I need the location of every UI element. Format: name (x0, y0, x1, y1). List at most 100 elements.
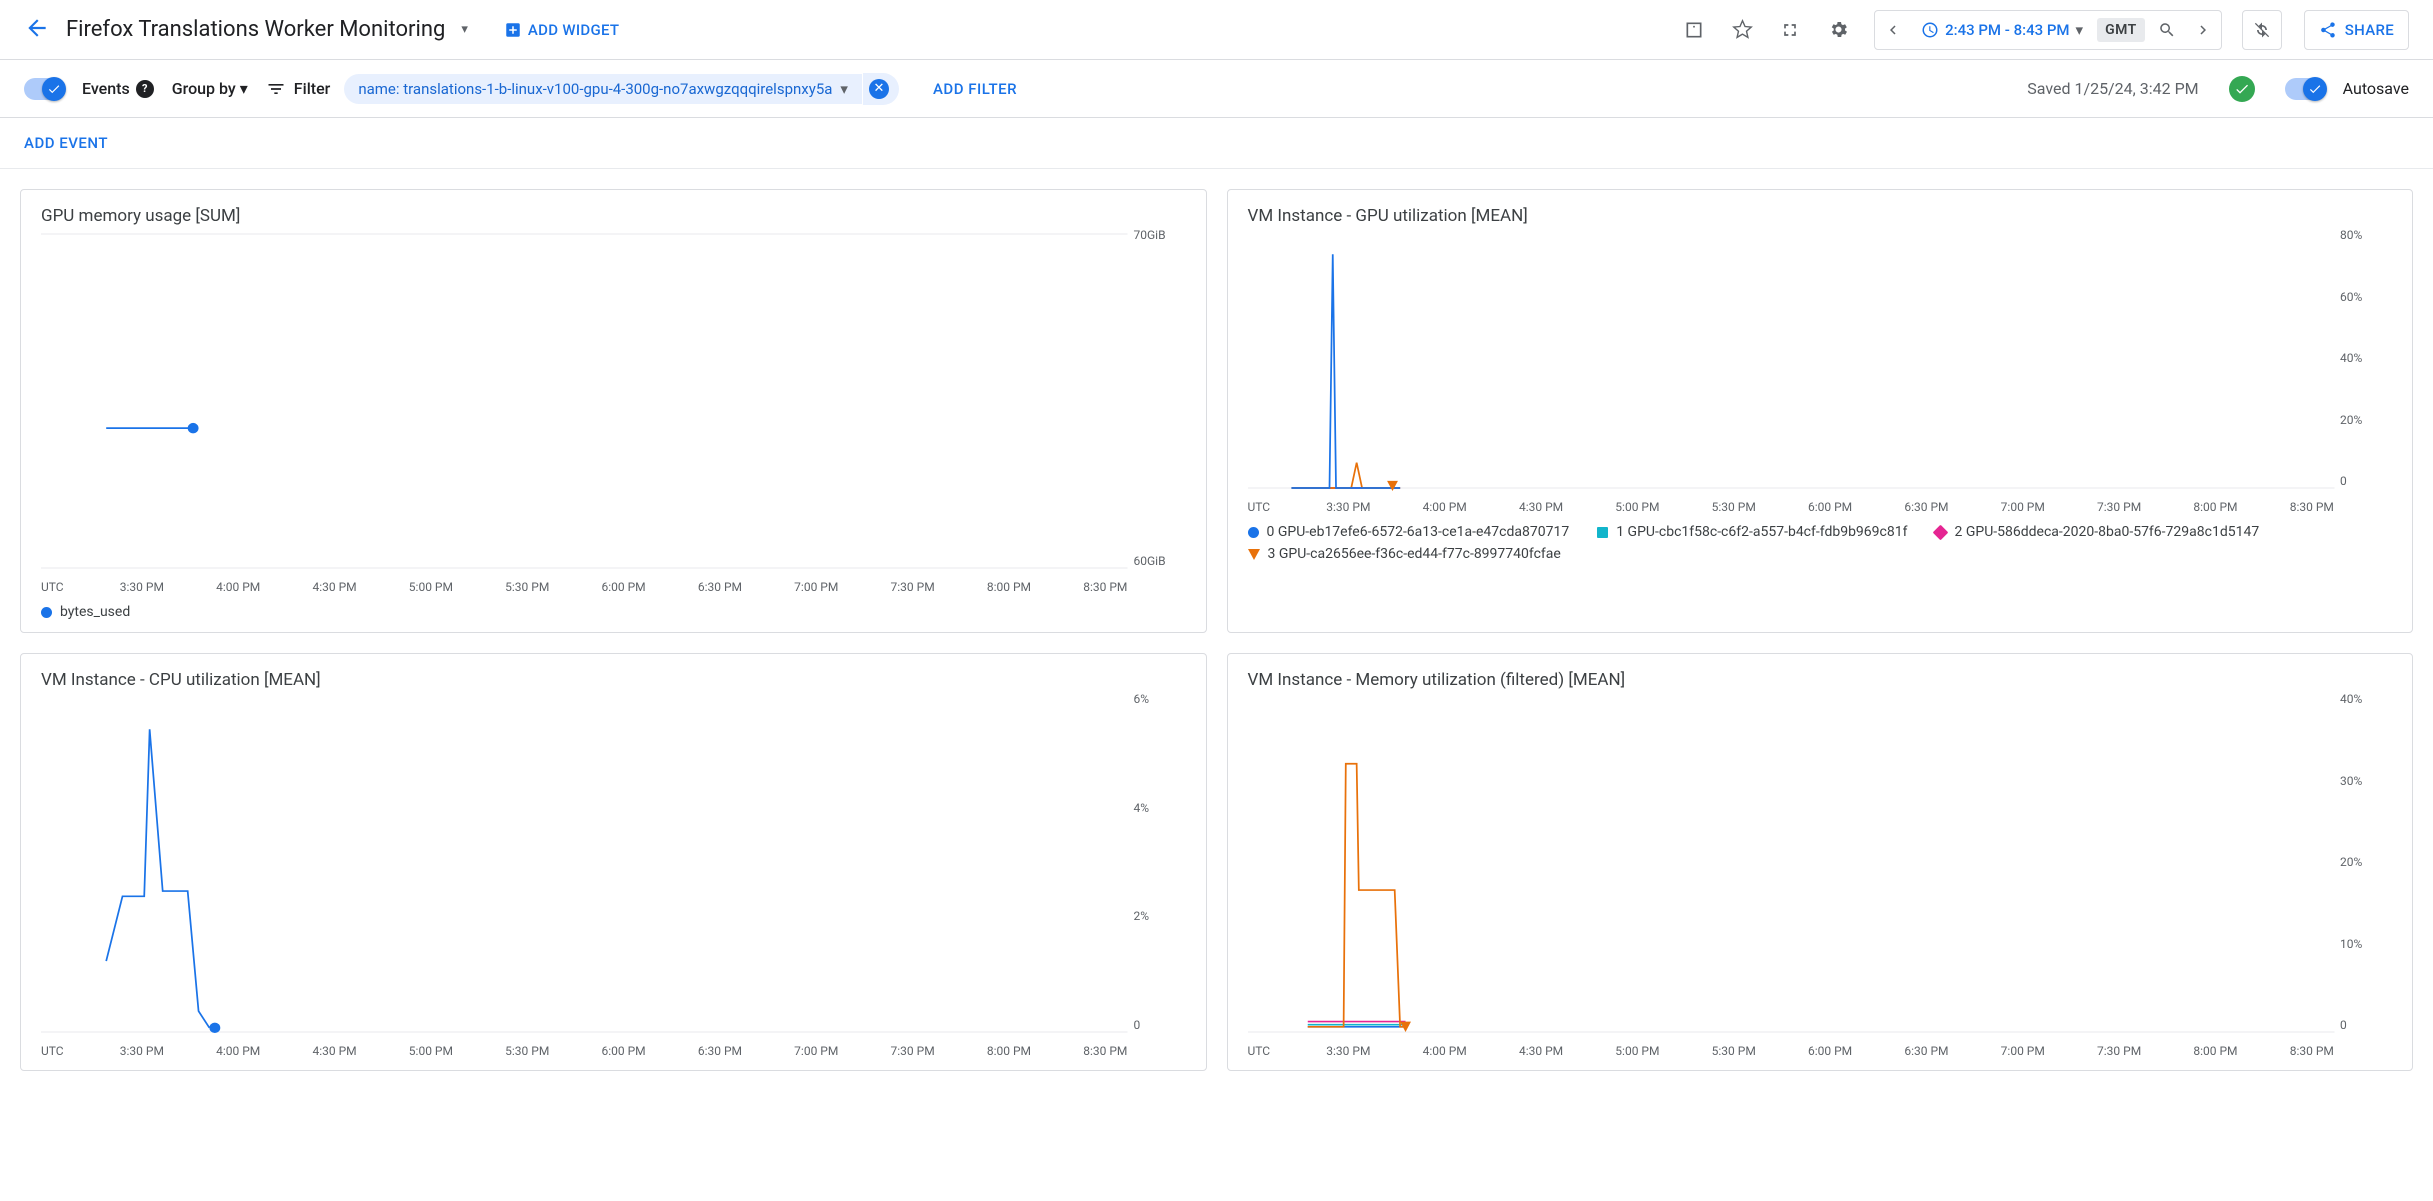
y-tick: 0 (2340, 474, 2347, 488)
legend-item[interactable]: bytes_used (41, 604, 130, 620)
x-tick: 5:30 PM (505, 580, 549, 594)
x-label: UTC (1248, 500, 1271, 514)
x-tick: 8:30 PM (1083, 580, 1127, 594)
filter-chip[interactable]: name: translations-1-b-linux-v100-gpu-4-… (344, 74, 862, 104)
add-filter-button[interactable]: ADD FILTER (933, 80, 1017, 98)
filter-chip-remove[interactable]: ✕ (869, 79, 889, 99)
x-tick: 5:00 PM (1615, 1044, 1659, 1058)
fullscreen-icon[interactable] (1772, 12, 1808, 48)
x-tick: 4:00 PM (216, 580, 260, 594)
legend-item[interactable]: 0 GPU-eb17efe6-6572-6a13-ce1a-e47cda8707… (1248, 524, 1570, 540)
x-tick: 7:30 PM (891, 580, 935, 594)
y-tick: 0 (1134, 1018, 1141, 1032)
share-icon (2319, 21, 2337, 39)
x-tick: 7:00 PM (794, 580, 838, 594)
group-by-dropdown[interactable]: Group by ▾ (172, 79, 248, 98)
share-button[interactable]: SHARE (2304, 10, 2409, 50)
add-widget-button[interactable]: ADD WIDGET (504, 21, 619, 39)
title-dropdown[interactable]: ▾ (461, 22, 468, 37)
x-tick: 6:00 PM (601, 580, 645, 594)
chart-title: VM Instance - CPU utilization [MEAN] (41, 670, 1186, 690)
chart-plot[interactable] (41, 234, 1128, 568)
y-tick: 40% (2340, 351, 2362, 365)
time-range-controls: 2:43 PM - 8:43 PM ▾ GMT (1874, 10, 2222, 50)
y-tick: 10% (2340, 937, 2362, 951)
x-tick: 4:30 PM (312, 580, 356, 594)
x-tick: 7:00 PM (794, 1044, 838, 1058)
timezone-badge[interactable]: GMT (2097, 18, 2145, 42)
x-tick: 6:30 PM (698, 1044, 742, 1058)
x-tick: 8:00 PM (2193, 500, 2237, 514)
chart-title: VM Instance - Memory utilization (filter… (1248, 670, 2393, 690)
chart-plot[interactable] (1248, 698, 2335, 1032)
chart-plot[interactable] (1248, 234, 2335, 488)
time-range-label: 2:43 PM - 8:43 PM (1945, 21, 2069, 39)
chevron-down-icon: ▾ (240, 79, 248, 98)
saved-timestamp: Saved 1/25/24, 3:42 PM (2027, 79, 2198, 98)
y-tick: 30% (2340, 774, 2362, 788)
autosave-toggle[interactable] (2285, 78, 2325, 100)
x-tick: 4:30 PM (1519, 500, 1563, 514)
x-tick: 7:00 PM (2001, 1044, 2045, 1058)
chart-title: GPU memory usage [SUM] (41, 206, 1186, 226)
gear-icon[interactable] (1820, 12, 1856, 48)
legend-item[interactable]: 1 GPU-cbc1f58c-c6f2-a557-b4cf-fdb9b969c8… (1597, 524, 1907, 540)
time-prev-button[interactable] (1875, 11, 1911, 49)
x-tick: 4:00 PM (1423, 1044, 1467, 1058)
legend-item[interactable]: 2 GPU-586ddeca-2020-8ba0-57f6-729a8c1d51… (1935, 524, 2259, 540)
x-tick: 5:00 PM (1615, 500, 1659, 514)
y-tick: 20% (2340, 413, 2362, 427)
x-tick: 8:30 PM (2290, 500, 2334, 514)
x-tick: 6:00 PM (1808, 1044, 1852, 1058)
x-tick: 5:30 PM (505, 1044, 549, 1058)
events-toggle[interactable] (24, 78, 64, 100)
help-icon[interactable]: ? (136, 80, 154, 98)
share-label: SHARE (2345, 21, 2394, 39)
y-tick: 4% (1134, 801, 1150, 815)
filter-icon (266, 79, 286, 99)
x-tick: 5:30 PM (1712, 500, 1756, 514)
x-tick: 4:00 PM (216, 1044, 260, 1058)
chart-config-icon[interactable] (1676, 12, 1712, 48)
refresh-off-icon[interactable] (2242, 10, 2282, 50)
legend-item[interactable]: 3 GPU-ca2656ee-f36c-ed44-f77c-8997740fcf… (1248, 546, 1561, 562)
y-tick: 2% (1134, 909, 1150, 923)
filter-chip-text: name: translations-1-b-linux-v100-gpu-4-… (358, 80, 832, 98)
chart-card-cpu-utilization: VM Instance - CPU utilization [MEAN] 6% … (20, 653, 1207, 1071)
y-tick: 60GiB (1134, 554, 1166, 568)
saved-check-icon (2229, 76, 2255, 102)
y-tick: 6% (1134, 692, 1150, 706)
group-by-label: Group by (172, 79, 236, 98)
x-tick: 8:00 PM (987, 1044, 1031, 1058)
chart-card-memory-utilization: VM Instance - Memory utilization (filter… (1227, 653, 2414, 1071)
y-tick: 20% (2340, 855, 2362, 869)
x-tick: 7:30 PM (2097, 500, 2141, 514)
add-widget-label: ADD WIDGET (528, 21, 619, 39)
x-tick: 7:30 PM (891, 1044, 935, 1058)
chevron-down-icon: ▾ (2076, 21, 2084, 39)
x-tick: 5:00 PM (409, 580, 453, 594)
chevron-down-icon: ▾ (840, 80, 848, 98)
x-tick: 6:30 PM (698, 580, 742, 594)
time-search-button[interactable] (2149, 11, 2185, 49)
star-icon[interactable] (1724, 12, 1760, 48)
chart-plot[interactable] (41, 698, 1128, 1032)
chart-card-gpu-memory: GPU memory usage [SUM] 70GiB 60GiB UTC 3… (20, 189, 1207, 633)
filter-control[interactable]: Filter (266, 79, 331, 99)
x-label: UTC (41, 1044, 64, 1058)
x-tick: 4:30 PM (312, 1044, 356, 1058)
x-tick: 3:30 PM (1326, 1044, 1370, 1058)
time-next-button[interactable] (2185, 11, 2221, 49)
y-tick: 0 (2340, 1018, 2347, 1032)
x-tick: 7:30 PM (2097, 1044, 2141, 1058)
x-tick: 7:00 PM (2001, 500, 2045, 514)
y-tick: 80% (2340, 228, 2362, 242)
x-tick: 3:30 PM (120, 580, 164, 594)
add-event-button[interactable]: ADD EVENT (24, 134, 108, 152)
back-button[interactable] (24, 15, 50, 45)
x-label: UTC (1248, 1044, 1271, 1058)
chart-title: VM Instance - GPU utilization [MEAN] (1248, 206, 2393, 226)
x-tick: 5:30 PM (1712, 1044, 1756, 1058)
x-tick: 4:30 PM (1519, 1044, 1563, 1058)
time-range-picker[interactable]: 2:43 PM - 8:43 PM ▾ (1911, 11, 2093, 49)
